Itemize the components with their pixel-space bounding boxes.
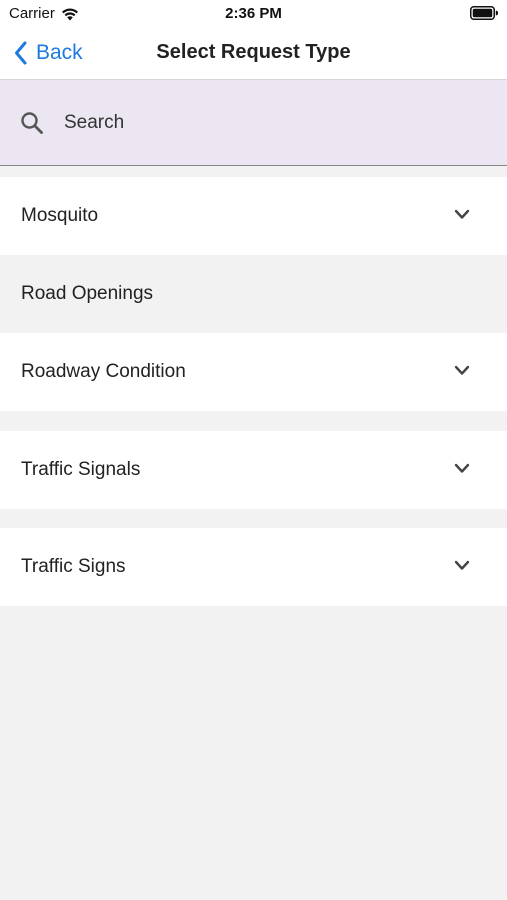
status-time: 2:36 PM (225, 5, 282, 22)
navigation-bar: Back Select Request Type (0, 28, 507, 80)
list-item-traffic-signs[interactable]: Traffic Signs (0, 528, 507, 606)
status-bar: Carrier 2:36 PM (0, 0, 507, 28)
chevron-down-icon (454, 209, 470, 219)
search-icon (21, 112, 43, 134)
search-input[interactable] (64, 108, 484, 138)
list-item-mosquito[interactable]: Mosquito (0, 177, 507, 255)
search-bar (0, 80, 507, 166)
battery-icon (470, 6, 499, 24)
list-item-road-openings[interactable]: Road Openings (0, 255, 507, 333)
list-item-label: Mosquito (21, 205, 99, 226)
chevron-down-icon (454, 365, 470, 375)
chevron-down-icon (454, 463, 470, 473)
list-item-label: Traffic Signs (21, 556, 126, 577)
list-item-traffic-signals[interactable]: Traffic Signals (0, 431, 507, 509)
list-item-roadway-condition[interactable]: Roadway Condition (0, 333, 507, 411)
page-title: Select Request Type (156, 41, 351, 63)
list-item-label: Roadway Condition (21, 361, 186, 382)
chevron-down-icon (454, 560, 470, 570)
list-item-label: Traffic Signals (21, 459, 141, 480)
list-item-label: Road Openings (21, 283, 154, 304)
